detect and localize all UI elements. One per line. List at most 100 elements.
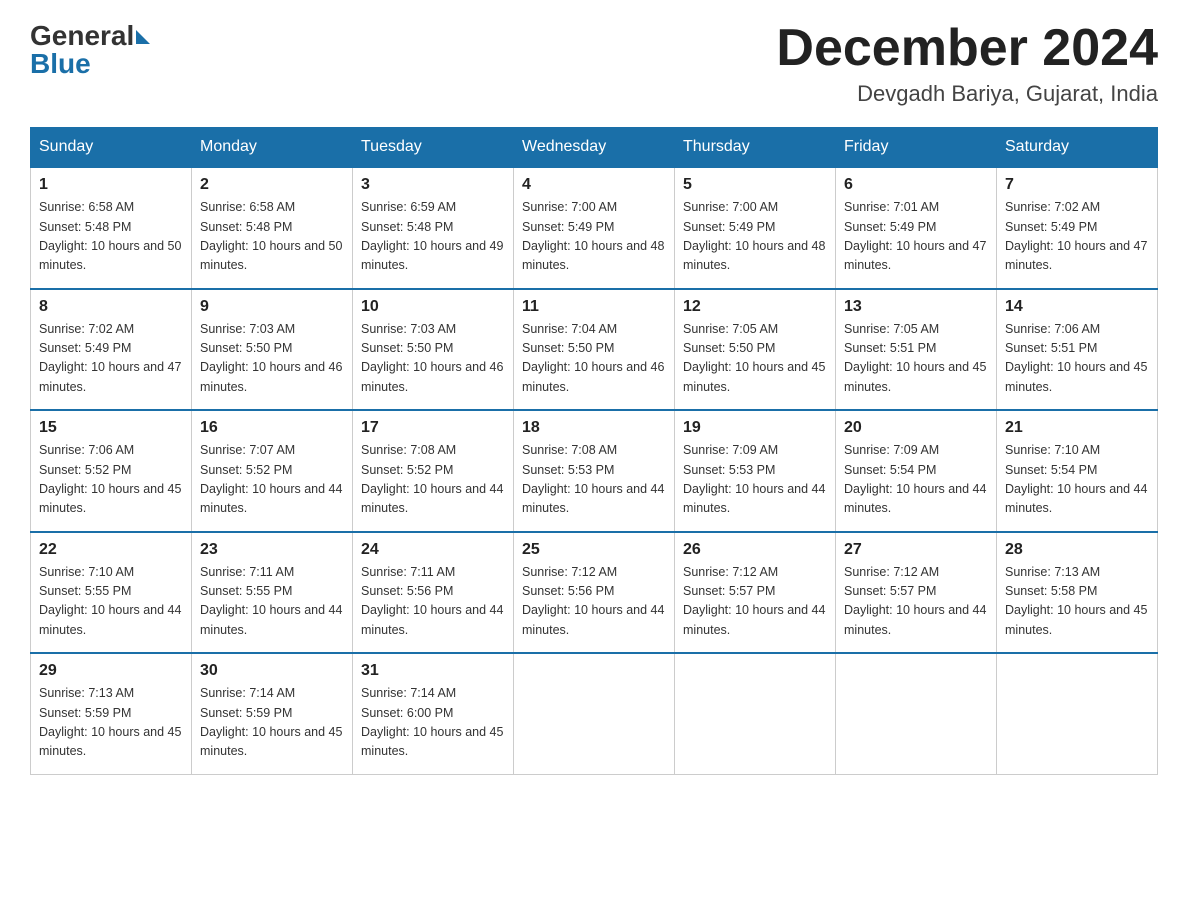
calendar-cell: 28Sunrise: 7:13 AMSunset: 5:58 PMDayligh… bbox=[997, 532, 1158, 654]
logo: General Blue bbox=[30, 20, 150, 80]
day-info: Sunrise: 7:13 AMSunset: 5:59 PMDaylight:… bbox=[39, 684, 183, 762]
day-info: Sunrise: 7:02 AMSunset: 5:49 PMDaylight:… bbox=[1005, 198, 1149, 276]
day-number: 23 bbox=[200, 541, 344, 559]
calendar-cell: 2 Sunrise: 6:58 AMSunset: 5:48 PMDaylight… bbox=[192, 167, 353, 289]
calendar-cell: 22 Sunrise: 7:10 AMSunset: 5:55 PMDayligh… bbox=[31, 532, 192, 654]
day-info: Sunrise: 7:09 AMSunset: 5:54 PMDaylight:… bbox=[844, 441, 988, 519]
day-number: 17 bbox=[361, 419, 505, 437]
calendar-cell bbox=[997, 653, 1158, 774]
day-info: Sunrise: 7:14 AMSunset: 6:00 PMDaylight:… bbox=[361, 684, 505, 762]
day-info: Sunrise: 6:58 AMSunset: 5:48 PMDaylight:… bbox=[200, 198, 344, 276]
calendar-cell bbox=[675, 653, 836, 774]
calendar-cell: 10 Sunrise: 7:03 AMSunset: 5:50 PMDayligh… bbox=[353, 289, 514, 411]
day-info: Sunrise: 7:11 AMSunset: 5:56 PMDaylight:… bbox=[361, 563, 505, 641]
day-info: Sunrise: 7:12 AMSunset: 5:57 PMDaylight:… bbox=[844, 563, 988, 641]
day-number: 24 bbox=[361, 541, 505, 559]
weekday-header-monday: Monday bbox=[192, 128, 353, 168]
day-info: Sunrise: 7:12 AMSunset: 5:56 PMDaylight:… bbox=[522, 563, 666, 641]
day-info: Sunrise: 7:05 AMSunset: 5:50 PMDaylight:… bbox=[683, 320, 827, 398]
calendar-cell bbox=[836, 653, 997, 774]
day-info: Sunrise: 6:58 AMSunset: 5:48 PMDaylight:… bbox=[39, 198, 183, 276]
calendar-cell: 19 Sunrise: 7:09 AMSunset: 5:53 PMDayligh… bbox=[675, 410, 836, 532]
day-number: 21 bbox=[1005, 419, 1149, 437]
week-row-5: 29Sunrise: 7:13 AMSunset: 5:59 PMDayligh… bbox=[31, 653, 1158, 774]
day-number: 9 bbox=[200, 298, 344, 316]
day-number: 15 bbox=[39, 419, 183, 437]
day-number: 2 bbox=[200, 176, 344, 194]
calendar-cell: 4 Sunrise: 7:00 AMSunset: 5:49 PMDaylight… bbox=[514, 167, 675, 289]
week-row-2: 8 Sunrise: 7:02 AMSunset: 5:49 PMDaylight… bbox=[31, 289, 1158, 411]
day-number: 5 bbox=[683, 176, 827, 194]
calendar-cell: 24 Sunrise: 7:11 AMSunset: 5:56 PMDayligh… bbox=[353, 532, 514, 654]
day-info: Sunrise: 7:06 AMSunset: 5:52 PMDaylight:… bbox=[39, 441, 183, 519]
calendar-cell: 18Sunrise: 7:08 AMSunset: 5:53 PMDayligh… bbox=[514, 410, 675, 532]
calendar-cell bbox=[514, 653, 675, 774]
day-info: Sunrise: 7:08 AMSunset: 5:53 PMDaylight:… bbox=[522, 441, 666, 519]
day-info: Sunrise: 7:03 AMSunset: 5:50 PMDaylight:… bbox=[200, 320, 344, 398]
calendar-cell: 3 Sunrise: 6:59 AMSunset: 5:48 PMDaylight… bbox=[353, 167, 514, 289]
calendar-table: SundayMondayTuesdayWednesdayThursdayFrid… bbox=[30, 127, 1158, 775]
calendar-cell: 5 Sunrise: 7:00 AMSunset: 5:49 PMDaylight… bbox=[675, 167, 836, 289]
day-number: 19 bbox=[683, 419, 827, 437]
day-number: 4 bbox=[522, 176, 666, 194]
day-number: 6 bbox=[844, 176, 988, 194]
day-info: Sunrise: 7:03 AMSunset: 5:50 PMDaylight:… bbox=[361, 320, 505, 398]
calendar-cell: 11Sunrise: 7:04 AMSunset: 5:50 PMDayligh… bbox=[514, 289, 675, 411]
day-number: 30 bbox=[200, 662, 344, 680]
day-info: Sunrise: 7:06 AMSunset: 5:51 PMDaylight:… bbox=[1005, 320, 1149, 398]
title-block: December 2024 Devgadh Bariya, Gujarat, I… bbox=[776, 20, 1158, 107]
calendar-cell: 27Sunrise: 7:12 AMSunset: 5:57 PMDayligh… bbox=[836, 532, 997, 654]
day-number: 11 bbox=[522, 298, 666, 316]
day-info: Sunrise: 7:00 AMSunset: 5:49 PMDaylight:… bbox=[522, 198, 666, 276]
day-info: Sunrise: 7:14 AMSunset: 5:59 PMDaylight:… bbox=[200, 684, 344, 762]
week-row-3: 15 Sunrise: 7:06 AMSunset: 5:52 PMDayligh… bbox=[31, 410, 1158, 532]
weekday-header-saturday: Saturday bbox=[997, 128, 1158, 168]
day-info: Sunrise: 7:13 AMSunset: 5:58 PMDaylight:… bbox=[1005, 563, 1149, 641]
day-number: 25 bbox=[522, 541, 666, 559]
weekday-header-wednesday: Wednesday bbox=[514, 128, 675, 168]
calendar-cell: 20 Sunrise: 7:09 AMSunset: 5:54 PMDayligh… bbox=[836, 410, 997, 532]
day-number: 31 bbox=[361, 662, 505, 680]
day-number: 26 bbox=[683, 541, 827, 559]
day-info: Sunrise: 7:08 AMSunset: 5:52 PMDaylight:… bbox=[361, 441, 505, 519]
day-number: 20 bbox=[844, 419, 988, 437]
logo-arrow-icon bbox=[136, 30, 150, 44]
weekday-header-thursday: Thursday bbox=[675, 128, 836, 168]
day-info: Sunrise: 7:09 AMSunset: 5:53 PMDaylight:… bbox=[683, 441, 827, 519]
calendar-cell: 29Sunrise: 7:13 AMSunset: 5:59 PMDayligh… bbox=[31, 653, 192, 774]
calendar-cell: 15 Sunrise: 7:06 AMSunset: 5:52 PMDayligh… bbox=[31, 410, 192, 532]
day-info: Sunrise: 7:00 AMSunset: 5:49 PMDaylight:… bbox=[683, 198, 827, 276]
day-info: Sunrise: 7:07 AMSunset: 5:52 PMDaylight:… bbox=[200, 441, 344, 519]
calendar-cell: 14 Sunrise: 7:06 AMSunset: 5:51 PMDayligh… bbox=[997, 289, 1158, 411]
calendar-cell: 30 Sunrise: 7:14 AMSunset: 5:59 PMDayligh… bbox=[192, 653, 353, 774]
day-info: Sunrise: 7:12 AMSunset: 5:57 PMDaylight:… bbox=[683, 563, 827, 641]
day-number: 3 bbox=[361, 176, 505, 194]
day-number: 16 bbox=[200, 419, 344, 437]
day-info: Sunrise: 7:10 AMSunset: 5:55 PMDaylight:… bbox=[39, 563, 183, 641]
calendar-cell: 7 Sunrise: 7:02 AMSunset: 5:49 PMDaylight… bbox=[997, 167, 1158, 289]
calendar-cell: 13 Sunrise: 7:05 AMSunset: 5:51 PMDayligh… bbox=[836, 289, 997, 411]
month-title: December 2024 bbox=[776, 20, 1158, 77]
calendar-cell: 17 Sunrise: 7:08 AMSunset: 5:52 PMDayligh… bbox=[353, 410, 514, 532]
logo-blue-text: Blue bbox=[30, 48, 91, 80]
day-number: 7 bbox=[1005, 176, 1149, 194]
calendar-cell: 31 Sunrise: 7:14 AMSunset: 6:00 PMDayligh… bbox=[353, 653, 514, 774]
calendar-cell: 26 Sunrise: 7:12 AMSunset: 5:57 PMDayligh… bbox=[675, 532, 836, 654]
calendar-cell: 23Sunrise: 7:11 AMSunset: 5:55 PMDayligh… bbox=[192, 532, 353, 654]
day-number: 13 bbox=[844, 298, 988, 316]
day-info: Sunrise: 7:01 AMSunset: 5:49 PMDaylight:… bbox=[844, 198, 988, 276]
day-number: 10 bbox=[361, 298, 505, 316]
weekday-header-friday: Friday bbox=[836, 128, 997, 168]
calendar-cell: 9 Sunrise: 7:03 AMSunset: 5:50 PMDaylight… bbox=[192, 289, 353, 411]
day-number: 12 bbox=[683, 298, 827, 316]
day-number: 8 bbox=[39, 298, 183, 316]
day-info: Sunrise: 6:59 AMSunset: 5:48 PMDaylight:… bbox=[361, 198, 505, 276]
week-row-1: 1 Sunrise: 6:58 AMSunset: 5:48 PMDaylight… bbox=[31, 167, 1158, 289]
day-number: 14 bbox=[1005, 298, 1149, 316]
day-info: Sunrise: 7:02 AMSunset: 5:49 PMDaylight:… bbox=[39, 320, 183, 398]
day-info: Sunrise: 7:05 AMSunset: 5:51 PMDaylight:… bbox=[844, 320, 988, 398]
day-number: 1 bbox=[39, 176, 183, 194]
calendar-cell: 12 Sunrise: 7:05 AMSunset: 5:50 PMDayligh… bbox=[675, 289, 836, 411]
day-number: 22 bbox=[39, 541, 183, 559]
calendar-cell: 16 Sunrise: 7:07 AMSunset: 5:52 PMDayligh… bbox=[192, 410, 353, 532]
